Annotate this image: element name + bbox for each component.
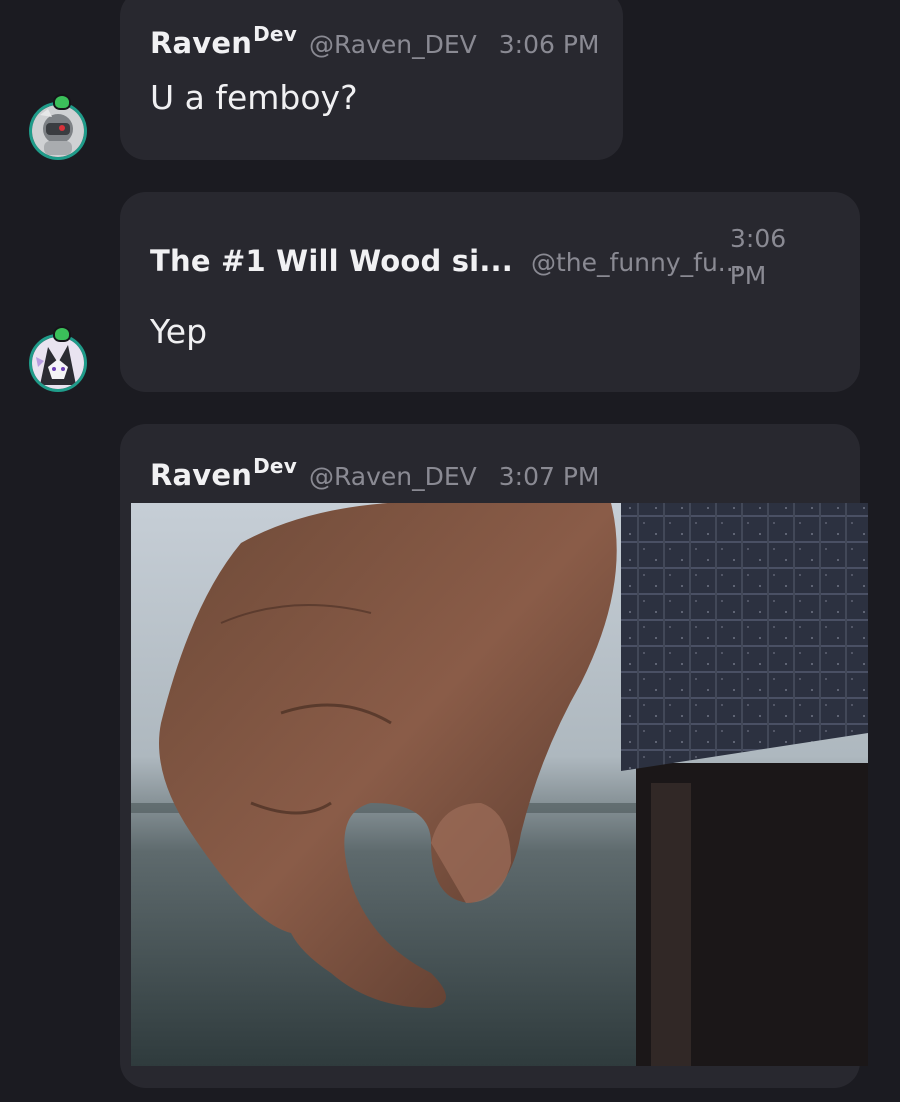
- timestamp-line: PM: [729, 261, 767, 290]
- fox-avatar-icon[interactable]: [29, 334, 87, 392]
- message-header: RavenDev @Raven_DEV 3:07 PM: [150, 454, 599, 492]
- timestamp: 3:06 PM: [710, 220, 786, 294]
- message-feed: RavenDev @Raven_DEV 3:06 PM U a femboy? …: [0, 0, 900, 1102]
- robot-avatar-icon[interactable]: [29, 102, 87, 160]
- timestamp: 3:06 PM: [498, 30, 600, 59]
- user-handle[interactable]: @Raven_DEV: [309, 30, 477, 59]
- timestamp: 3:07 PM: [498, 462, 600, 491]
- status-badge: [53, 94, 71, 110]
- message-bubble[interactable]: The #1 Will Wood si... @the_funny_fu... …: [120, 192, 860, 392]
- hand-photo-image[interactable]: [131, 503, 868, 1066]
- message-bubble[interactable]: RavenDev @Raven_DEV 3:06 PM U a femboy?: [120, 0, 623, 160]
- display-name-super: Dev: [253, 454, 297, 478]
- display-name[interactable]: RavenDev: [150, 22, 297, 60]
- timestamp-line: 3:06: [730, 224, 787, 253]
- display-name[interactable]: RavenDev: [150, 454, 297, 492]
- display-name-super: Dev: [253, 22, 297, 46]
- message-header: RavenDev @Raven_DEV 3:06 PM: [150, 22, 599, 60]
- message-header: The #1 Will Wood si... @the_funny_fu...: [150, 244, 742, 278]
- user-handle[interactable]: @Raven_DEV: [309, 462, 477, 491]
- message-text: U a femboy?: [150, 78, 358, 117]
- display-name[interactable]: The #1 Will Wood si...: [150, 244, 513, 278]
- message-text: Yep: [150, 312, 208, 351]
- status-badge: [53, 326, 71, 342]
